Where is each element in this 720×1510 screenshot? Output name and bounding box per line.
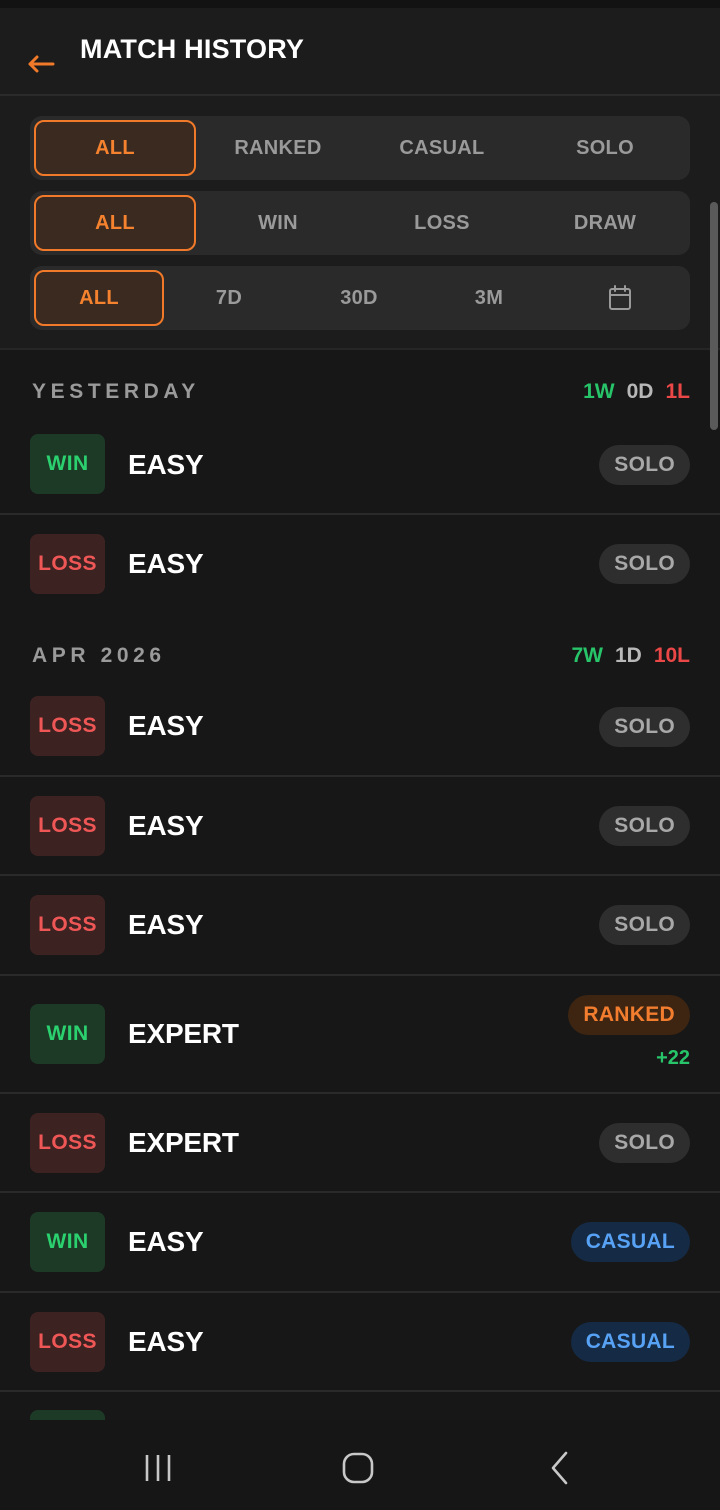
draws-count: 1D bbox=[614, 644, 642, 667]
result-badge: LOSS bbox=[30, 895, 105, 955]
group-title: YESTERDAY bbox=[32, 380, 200, 403]
arrow-left-icon[interactable] bbox=[26, 36, 56, 76]
difficulty-label: EXPERT bbox=[128, 1127, 239, 1158]
rating-delta: +22 bbox=[656, 1047, 690, 1069]
status-bar bbox=[0, 0, 720, 8]
mode-badge: SOLO bbox=[599, 544, 690, 584]
losses-count: 10L bbox=[653, 644, 690, 667]
back-chevron-icon[interactable] bbox=[535, 1448, 585, 1488]
mode-filter-casual[interactable]: CASUAL bbox=[360, 120, 524, 176]
group-stats: 1W 0D 1L bbox=[583, 380, 690, 404]
result-badge-partial bbox=[30, 1410, 105, 1420]
result-filter-win[interactable]: WIN bbox=[196, 195, 360, 251]
difficulty-label: EASY bbox=[128, 449, 204, 480]
group-header: APR 2026 7W 1D 10L bbox=[0, 614, 720, 678]
result-badge: WIN bbox=[30, 434, 105, 494]
mode-badge: SOLO bbox=[599, 445, 690, 485]
group-title: APR 2026 bbox=[32, 644, 166, 667]
recents-icon[interactable] bbox=[133, 1448, 183, 1488]
mode-badge: SOLO bbox=[599, 905, 690, 945]
mode-badge: RANKED bbox=[568, 995, 690, 1035]
match-row[interactable]: WIN EASY SOLO bbox=[0, 414, 720, 515]
calendar-icon[interactable] bbox=[554, 270, 686, 326]
period-filter-30d[interactable]: 30D bbox=[294, 270, 424, 326]
match-row[interactable]: LOSS EASY SOLO bbox=[0, 515, 720, 615]
group-stats: 7W 1D 10L bbox=[571, 644, 690, 668]
result-filter-loss[interactable]: LOSS bbox=[360, 195, 524, 251]
losses-count: 1L bbox=[665, 380, 690, 403]
mode-badge: CASUAL bbox=[570, 1222, 690, 1262]
result-badge: LOSS bbox=[30, 534, 105, 594]
match-row[interactable]: LOSS EASY SOLO bbox=[0, 677, 720, 777]
result-badge: WIN bbox=[30, 1212, 105, 1272]
draws-count: 0D bbox=[626, 380, 654, 403]
match-row[interactable]: LOSS EXPERT SOLO bbox=[0, 1094, 720, 1193]
difficulty-label: EASY bbox=[128, 810, 204, 841]
period-filter: ALL 7D 30D 3M bbox=[30, 266, 690, 330]
difficulty-label: EASY bbox=[128, 710, 204, 741]
difficulty-label: EASY bbox=[128, 1326, 204, 1357]
result-badge: LOSS bbox=[30, 796, 105, 856]
match-row[interactable]: LOSS EASY SOLO bbox=[0, 876, 720, 976]
result-badge: LOSS bbox=[30, 1113, 105, 1173]
period-filter-7d[interactable]: 7D bbox=[164, 270, 294, 326]
result-badge: WIN bbox=[30, 1004, 105, 1064]
result-filter: ALL WIN LOSS DRAW bbox=[30, 191, 690, 255]
difficulty-label: EXPERT bbox=[128, 1018, 239, 1049]
mode-badge: SOLO bbox=[599, 806, 690, 846]
mode-badge: SOLO bbox=[599, 1123, 690, 1163]
mode-filter-solo[interactable]: SOLO bbox=[524, 120, 686, 176]
match-row[interactable]: LOSS EASY SOLO bbox=[0, 777, 720, 876]
system-nav-bar bbox=[0, 1420, 720, 1510]
mode-filter: ALL RANKED CASUAL SOLO bbox=[30, 116, 690, 180]
mode-badge: CASUAL bbox=[570, 1322, 690, 1362]
result-badge: LOSS bbox=[30, 1312, 105, 1372]
filter-panel: ALL RANKED CASUAL SOLO ALL WIN LOSS DRAW… bbox=[0, 96, 720, 350]
wins-count: 1W bbox=[583, 380, 615, 403]
mode-filter-ranked[interactable]: RANKED bbox=[196, 120, 360, 176]
period-filter-all[interactable]: ALL bbox=[34, 270, 164, 326]
difficulty-label: EASY bbox=[128, 909, 204, 940]
mode-filter-all[interactable]: ALL bbox=[34, 120, 196, 176]
period-filter-3m[interactable]: 3M bbox=[424, 270, 554, 326]
home-icon[interactable] bbox=[333, 1448, 383, 1488]
difficulty-label: EASY bbox=[128, 1226, 204, 1257]
result-filter-draw[interactable]: DRAW bbox=[524, 195, 686, 251]
wins-count: 7W bbox=[571, 644, 603, 667]
result-filter-all[interactable]: ALL bbox=[34, 195, 196, 251]
match-row[interactable]: WIN EXPERT RANKED +22 bbox=[0, 976, 720, 1094]
result-badge: LOSS bbox=[30, 696, 105, 756]
match-row[interactable]: LOSS EASY CASUAL bbox=[0, 1293, 720, 1392]
match-row[interactable]: WIN EASY CASUAL bbox=[0, 1193, 720, 1293]
mode-badge: SOLO bbox=[599, 707, 690, 747]
app-header: MATCH HISTORY bbox=[0, 8, 720, 96]
difficulty-label: EASY bbox=[128, 548, 204, 579]
group-header: YESTERDAY 1W 0D 1L bbox=[0, 350, 720, 414]
page-title: MATCH HISTORY bbox=[80, 34, 305, 64]
